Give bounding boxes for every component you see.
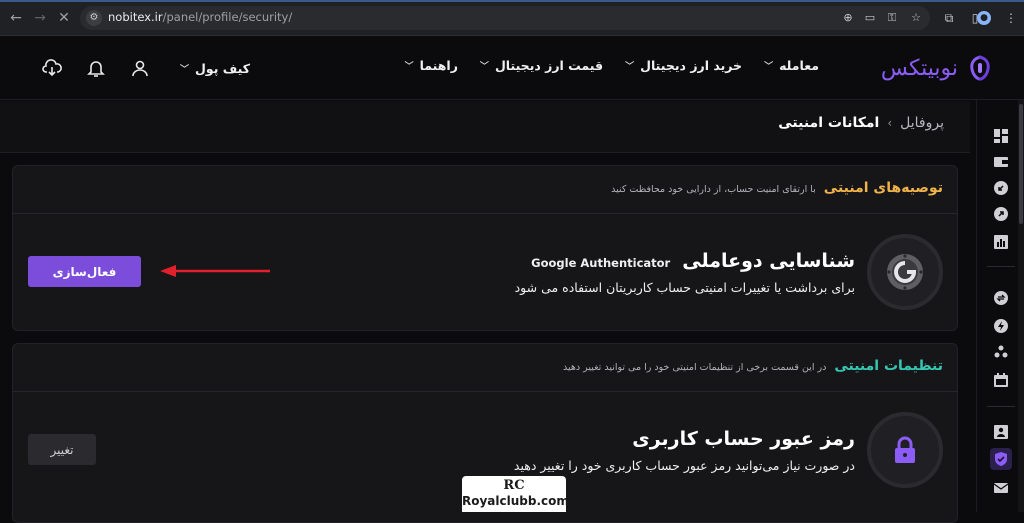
bookmark-star-icon[interactable]: ☆	[908, 10, 924, 26]
card-subtitle: با ارتقای امنیت حساب، از دارایی خود محاف…	[611, 184, 816, 195]
menu-item-label: معامله	[779, 58, 819, 73]
network-nodes-icon[interactable]	[991, 342, 1011, 362]
site-info-icon[interactable]: ⚙	[86, 10, 102, 26]
menu-item-help[interactable]: راهنما ﹀	[405, 58, 458, 73]
feature-title-row: رمز عبور حساب کاربری	[514, 428, 855, 450]
wallet-label: کیف پول	[195, 60, 251, 76]
card-divider	[13, 391, 957, 392]
card-title: توصیه‌های امنیتی	[823, 180, 943, 196]
profile-avatar-icon[interactable]: ●	[977, 11, 991, 25]
download-app-icon[interactable]	[40, 56, 64, 80]
breadcrumb: پروفایل › امکانات امنیتی	[778, 115, 944, 131]
annotation-arrow	[160, 265, 270, 277]
forward-icon[interactable]: →	[30, 8, 50, 28]
rail-divider	[987, 266, 1015, 267]
mail-icon[interactable]	[991, 478, 1011, 498]
menu-item-label: راهنما	[419, 58, 458, 73]
feature-description: در صورت نیاز می‌توانید رمز عبور حساب کار…	[513, 457, 855, 473]
reports-chart-icon[interactable]	[991, 232, 1011, 252]
side-navigation	[976, 100, 1024, 512]
breadcrumb-profile-link[interactable]: پروفایل	[900, 115, 944, 131]
lightning-icon[interactable]	[991, 316, 1011, 336]
card-subtitle: در این قسمت برخی از تنظیمات امنیتی خود ر…	[563, 362, 827, 373]
tab-strip	[0, 0, 1024, 2]
page-scrollbar[interactable]	[1018, 100, 1024, 512]
rail-divider	[987, 406, 1015, 407]
notification-bell-icon[interactable]	[84, 56, 108, 80]
wallet-menu[interactable]: کیف پول ﹀	[180, 61, 250, 76]
google-authenticator-icon	[867, 234, 943, 310]
chevron-down-icon: ﹀	[764, 62, 774, 72]
zoom-icon[interactable]: ⊕	[840, 10, 856, 26]
menu-item-crypto-prices[interactable]: قیمت ارز دیجیتال ﹀	[480, 58, 603, 73]
lock-icon	[867, 412, 943, 488]
watermark-logo: RC	[503, 478, 525, 493]
user-profile-icon[interactable]	[128, 56, 152, 80]
id-card-icon[interactable]	[991, 422, 1011, 442]
watermark-badge: RC Royalclubb.com	[462, 476, 569, 512]
feature-title: رمز عبور حساب کاربری	[632, 427, 855, 450]
page-title: امکانات امنیتی	[778, 115, 880, 131]
security-recommendations-card: توصیه‌های امنیتی با ارتقای امنیت حساب، ا…	[12, 165, 958, 331]
breadcrumb-separator: ›	[887, 116, 893, 130]
calendar-icon[interactable]	[991, 370, 1011, 390]
url-text[interactable]: nobitex.ir/panel/profile/security/	[108, 10, 292, 24]
site-logo[interactable]: نوبیتکس	[881, 52, 992, 84]
deposit-icon[interactable]	[991, 178, 1011, 198]
change-password-button[interactable]: تغییر	[28, 434, 96, 465]
password-feature: رمز عبور حساب کاربری در صورت نیاز می‌توا…	[514, 412, 943, 488]
chevron-down-icon: ﹀	[404, 62, 414, 72]
chevron-down-icon: ﹀	[180, 64, 190, 75]
key-icon[interactable]: ⚿	[884, 10, 900, 26]
activate-2fa-button[interactable]: فعال‌سازی	[28, 256, 141, 287]
card-title: تنظیمات امنیتی	[834, 358, 943, 374]
menu-item-trade[interactable]: معامله ﹀	[764, 58, 819, 73]
dashboard-icon[interactable]	[991, 126, 1011, 146]
feature-title-row: شناسایی دوعاملی Google Authenticator	[515, 250, 855, 272]
wallet-icon[interactable]	[991, 152, 1011, 172]
logo-mark-icon	[970, 55, 990, 81]
browser-menu-icon[interactable]: ⋮	[1002, 9, 1020, 27]
breadcrumb-bar: پروفایل › امکانات امنیتی	[0, 101, 970, 153]
feature-description: برای برداشت یا تغییرات امنیتی حساب کاربر…	[514, 279, 855, 295]
chevron-down-icon: ﹀	[625, 62, 635, 72]
stop-loading-icon[interactable]: ✕	[54, 8, 74, 28]
two-factor-feature: شناسایی دوعاملی Google Authenticator برا…	[515, 234, 943, 310]
withdraw-icon[interactable]	[991, 204, 1011, 224]
card-header: تنظیمات امنیتی در این قسمت برخی از تنظیم…	[563, 358, 943, 374]
menu-item-label: خرید ارز دیجیتال	[640, 58, 743, 73]
logo-text: نوبیتکس	[880, 55, 958, 81]
cast-icon[interactable]: ▭	[862, 10, 878, 26]
site-header: نوبیتکس معامله ﹀ خرید ارز دیجیتال ﹀ قیمت ا…	[0, 36, 1024, 100]
scrollbar-thumb[interactable]	[1019, 104, 1023, 224]
feature-title: شناسایی دوعاملی	[682, 249, 855, 272]
feature-tag: Google Authenticator	[531, 255, 671, 270]
menu-item-buy-crypto[interactable]: خرید ارز دیجیتال ﹀	[625, 58, 742, 73]
chevron-down-icon: ﹀	[479, 62, 489, 72]
address-bar[interactable]: ⚙ nobitex.ir/panel/profile/security/ ⊕ ▭…	[80, 6, 930, 30]
card-header: توصیه‌های امنیتی با ارتقای امنیت حساب، ا…	[611, 180, 943, 196]
menu-item-label: قیمت ارز دیجیتال	[494, 58, 604, 73]
exchange-icon[interactable]	[991, 288, 1011, 308]
browser-toolbar: ← → ✕ ⚙ nobitex.ir/panel/profile/securit…	[0, 0, 1024, 36]
back-icon[interactable]: ←	[6, 8, 26, 28]
watermark-text: Royalclubb.com	[462, 494, 569, 508]
feature-text: رمز عبور حساب کاربری در صورت نیاز می‌توا…	[514, 428, 855, 473]
card-divider	[13, 213, 957, 214]
feature-text: شناسایی دوعاملی Google Authenticator برا…	[515, 250, 855, 295]
extensions-icon[interactable]: ⧉	[940, 9, 958, 27]
header-actions: کیف پول ﹀	[40, 56, 250, 80]
main-menu: معامله ﹀ خرید ارز دیجیتال ﹀ قیمت ارز دیجیت…	[405, 58, 819, 73]
security-shield-icon[interactable]	[990, 448, 1012, 470]
